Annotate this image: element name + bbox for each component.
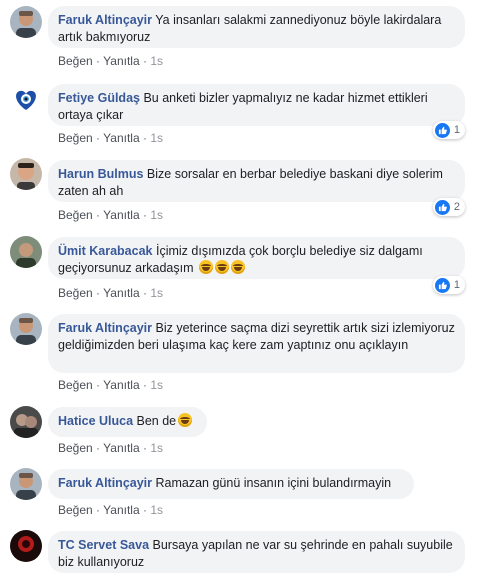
- like-icon: [434, 199, 450, 215]
- reaction-count[interactable]: 1: [432, 276, 465, 294]
- comment-author[interactable]: Hatice Uluca: [58, 414, 133, 428]
- avatar[interactable]: [10, 406, 42, 438]
- comment-text: Ben de: [136, 414, 177, 428]
- reply-button[interactable]: Yanıtla: [103, 441, 139, 455]
- like-button[interactable]: Beğen: [58, 54, 93, 68]
- reaction-count[interactable]: 2: [432, 198, 465, 216]
- like-button[interactable]: Beğen: [58, 441, 93, 455]
- avatar[interactable]: [10, 158, 42, 190]
- comment-actions: Beğen · Yanıtla · 1s: [58, 503, 163, 517]
- reply-button[interactable]: Yanıtla: [103, 378, 139, 392]
- comment-actions: Beğen · Yanıtla · 1s: [58, 286, 163, 300]
- comment-author[interactable]: Faruk Altinçayir: [58, 13, 152, 27]
- timestamp[interactable]: 1s: [150, 54, 163, 68]
- like-button[interactable]: Beğen: [58, 503, 93, 517]
- reaction-number: 1: [453, 124, 460, 136]
- reaction-count[interactable]: 1: [432, 121, 465, 139]
- comment-actions: Beğen · Yanıtla · 1s: [58, 131, 163, 145]
- avatar[interactable]: [10, 530, 42, 562]
- avatar[interactable]: [10, 6, 42, 38]
- reaction-number: 1: [453, 279, 460, 291]
- comment-bubble: Faruk Altinçayir Ramazan günü insanın iç…: [48, 469, 414, 499]
- avatar[interactable]: [10, 236, 42, 268]
- like-button[interactable]: Beğen: [58, 131, 93, 145]
- reply-button[interactable]: Yanıtla: [103, 286, 139, 300]
- laughing-emoji-icon: [178, 413, 193, 427]
- comment-text: Ramazan günü insanın içini bulandırmayin: [155, 476, 392, 490]
- comment-author[interactable]: Ümit Karabacak: [58, 244, 153, 258]
- comment-actions: Beğen · Yanıtla · 1s: [58, 441, 163, 455]
- comment-bubble: Faruk Altinçayir Ya insanları salakmi za…: [48, 6, 465, 48]
- timestamp[interactable]: 1s: [150, 131, 163, 145]
- reaction-number: 2: [453, 201, 460, 213]
- comment-bubble: Harun Bulmus Bize sorsalar en berbar bel…: [48, 160, 465, 202]
- timestamp[interactable]: 1s: [150, 441, 163, 455]
- laughing-emoji-icon: [230, 260, 245, 274]
- timestamp[interactable]: 1s: [150, 208, 163, 222]
- comment-author[interactable]: TC Servet Sava: [58, 538, 149, 552]
- comment-author[interactable]: Faruk Altinçayir: [58, 476, 152, 490]
- comment-author[interactable]: Harun Bulmus: [58, 167, 143, 181]
- comment-bubble: Fetiye Güldaş Bu anketi bizler yapmalıyı…: [48, 84, 465, 126]
- comment-author[interactable]: Faruk Altinçayir: [58, 321, 152, 335]
- like-icon: [434, 277, 450, 293]
- timestamp[interactable]: 1s: [150, 503, 163, 517]
- laughing-emoji-icon: [214, 260, 229, 274]
- reply-button[interactable]: Yanıtla: [103, 503, 139, 517]
- comment-actions: Beğen · Yanıtla · 1s: [58, 54, 163, 68]
- comment-bubble: Hatice Uluca Ben de: [48, 407, 207, 437]
- comment-bubble: TC Servet Sava Bursaya yapılan ne var su…: [48, 531, 465, 573]
- like-button[interactable]: Beğen: [58, 286, 93, 300]
- like-button[interactable]: Beğen: [58, 208, 93, 222]
- reply-button[interactable]: Yanıtla: [103, 54, 139, 68]
- avatar[interactable]: [10, 313, 42, 345]
- laughing-emoji-icon: [198, 260, 213, 274]
- like-icon: [434, 122, 450, 138]
- avatar[interactable]: [10, 83, 42, 115]
- timestamp[interactable]: 1s: [150, 286, 163, 300]
- like-button[interactable]: Beğen: [58, 378, 93, 392]
- comment-bubble: Faruk Altinçayir Biz yeterince saçma diz…: [48, 314, 465, 373]
- timestamp[interactable]: 1s: [150, 378, 163, 392]
- comment-actions: Beğen · Yanıtla · 1s: [58, 378, 163, 392]
- avatar[interactable]: [10, 468, 42, 500]
- comment-actions: Beğen · Yanıtla · 1s: [58, 208, 163, 222]
- reply-button[interactable]: Yanıtla: [103, 131, 139, 145]
- comment-bubble: Ümit Karabacak İçimiz dışımızda çok borç…: [48, 237, 465, 279]
- reply-button[interactable]: Yanıtla: [103, 208, 139, 222]
- comment-author[interactable]: Fetiye Güldaş: [58, 91, 140, 105]
